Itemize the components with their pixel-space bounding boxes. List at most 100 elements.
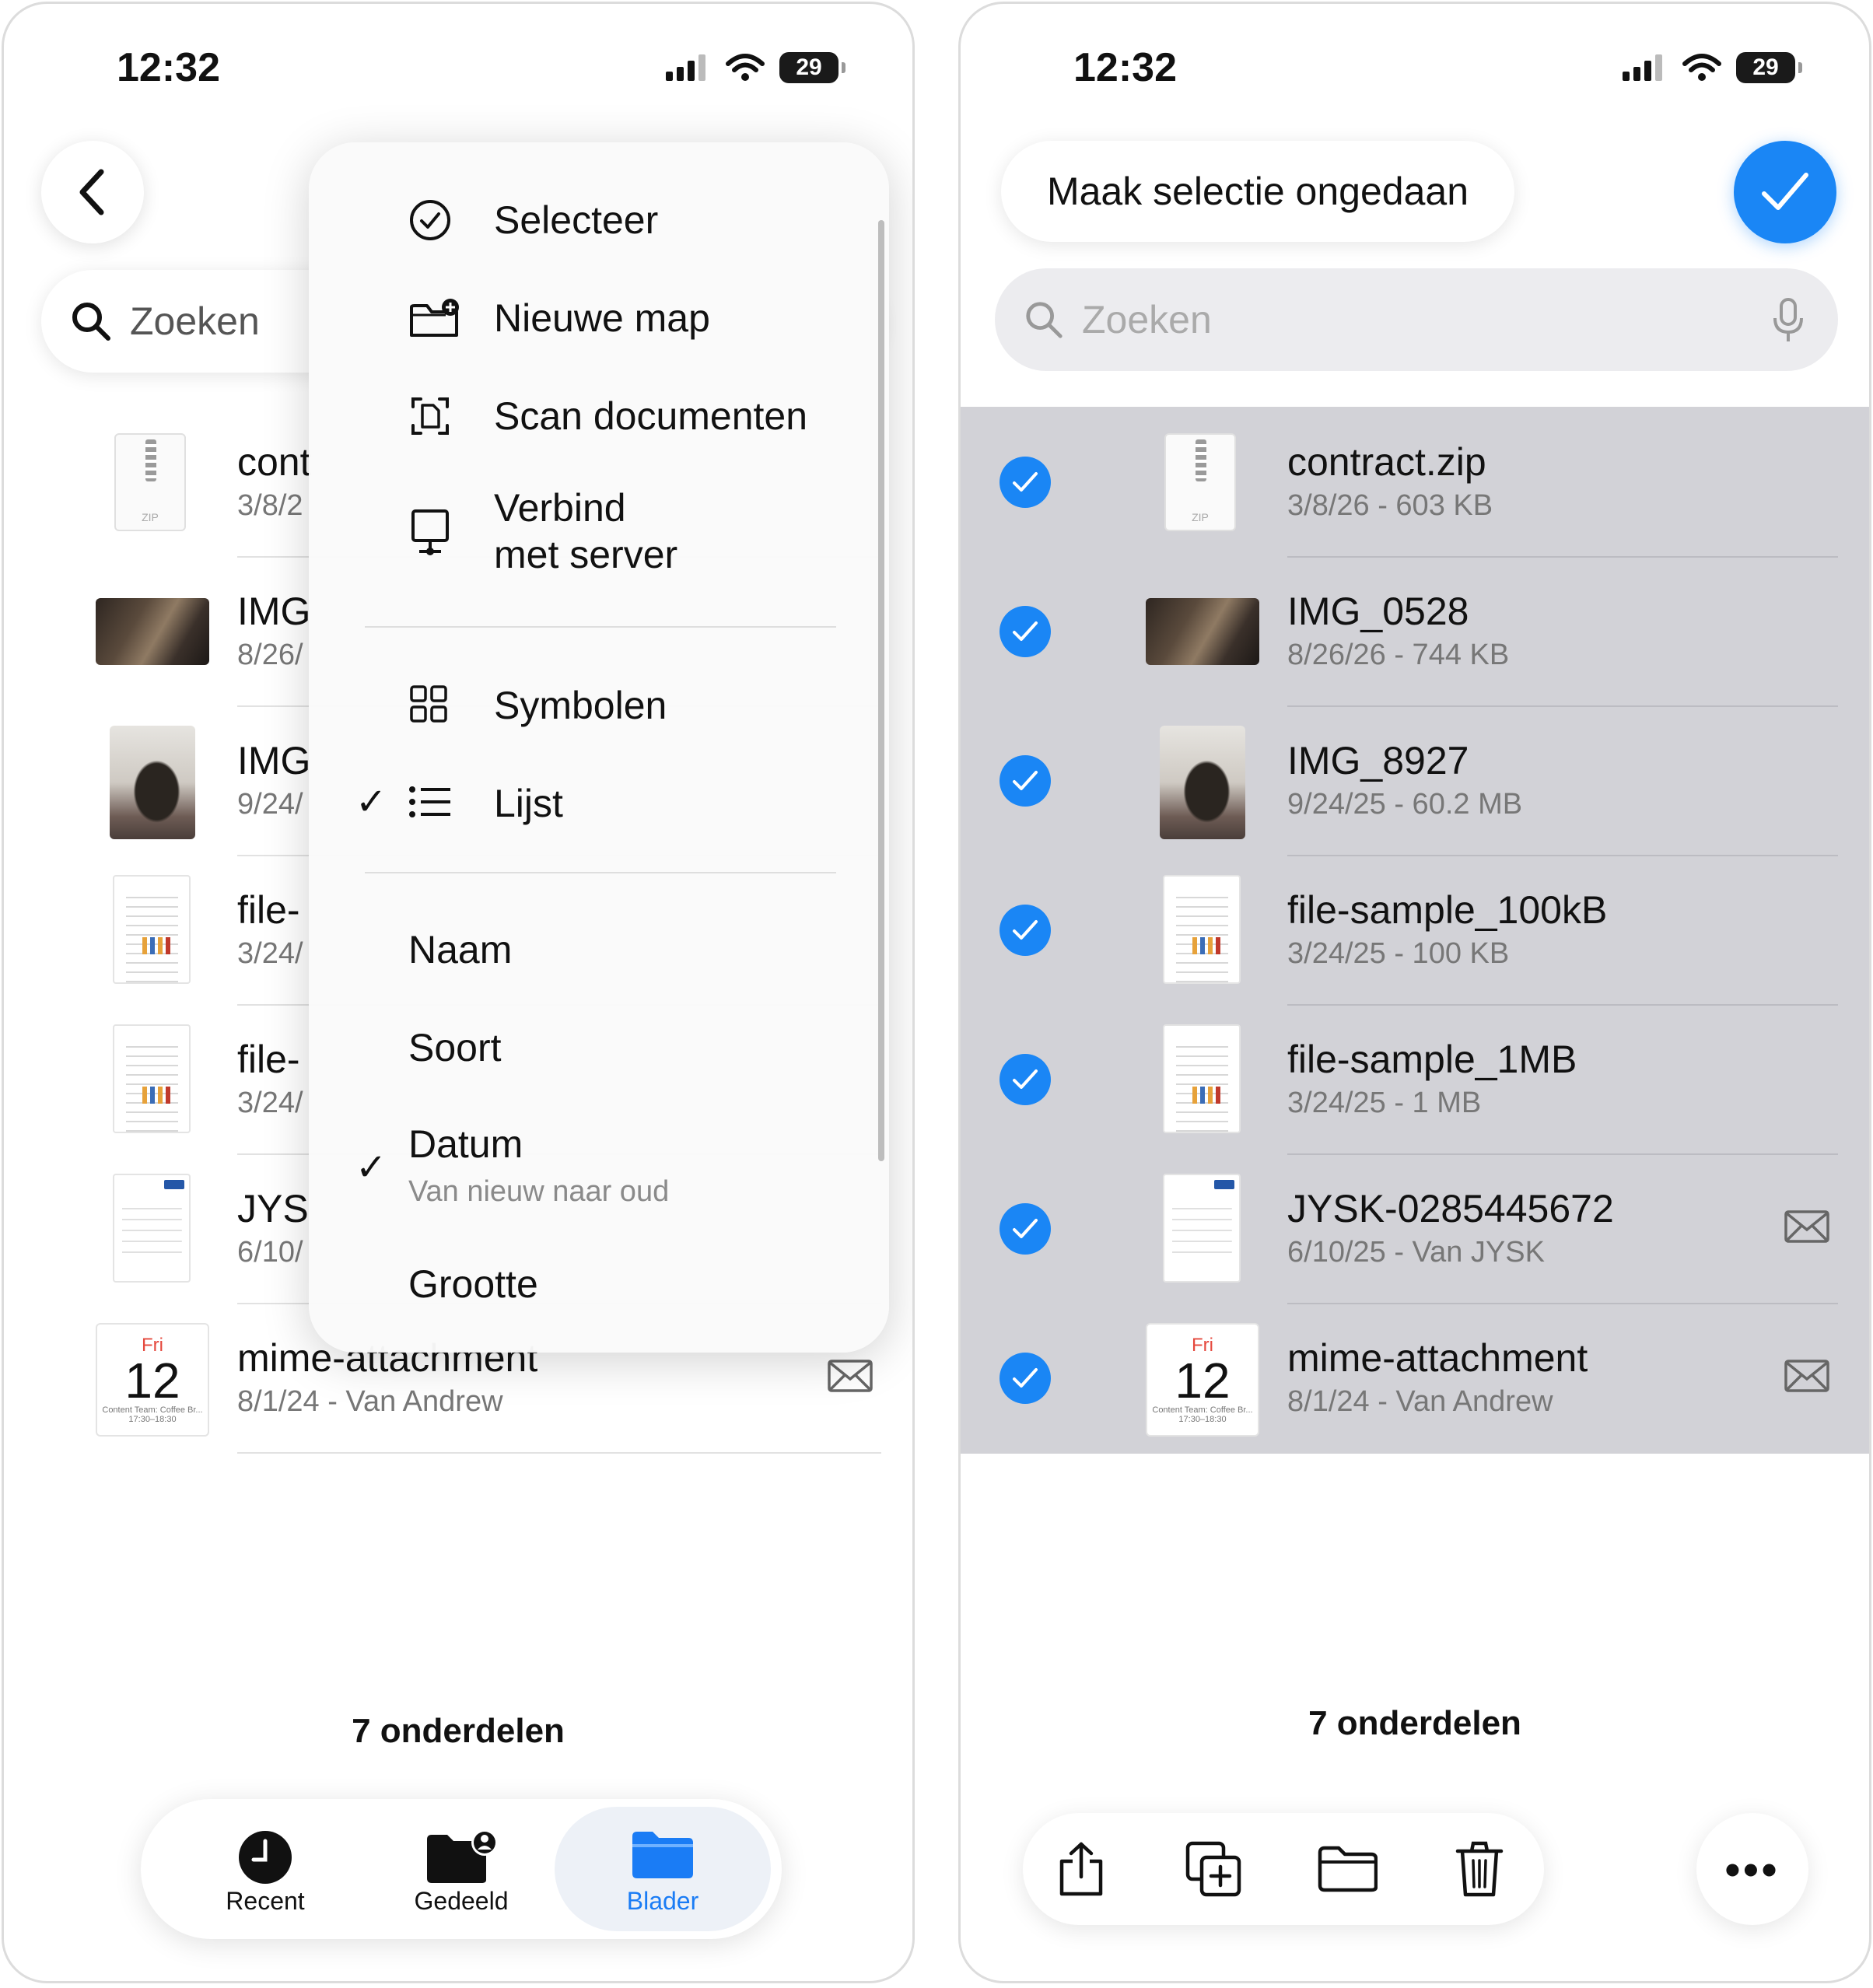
share-button[interactable] bbox=[1031, 1813, 1132, 1925]
mic-icon[interactable] bbox=[1773, 298, 1804, 343]
file-thumbnail: ZIP bbox=[114, 433, 186, 531]
photo-thumbnail bbox=[96, 598, 209, 665]
cellular-signal-icon bbox=[666, 54, 705, 81]
status-time: 12:32 bbox=[1073, 45, 1177, 90]
list-item[interactable]: Fri 12 Content Team: Coffee Br... 17:30–… bbox=[961, 1304, 1869, 1454]
menu-item-connect-server[interactable]: Verbind met server bbox=[309, 485, 889, 586]
list-item[interactable]: file-sample_100kB 3/24/25 - 100 KB bbox=[961, 856, 1869, 1006]
document-thumbnail bbox=[113, 875, 191, 984]
done-button[interactable] bbox=[1734, 141, 1836, 243]
file-thumbnail bbox=[96, 598, 209, 665]
file-name: contract.zip bbox=[1287, 440, 1486, 484]
menu-item-list-view[interactable]: ✓ Lijst bbox=[309, 774, 889, 836]
search-placeholder: Zoeken bbox=[1082, 298, 1212, 341]
photo-thumbnail bbox=[1160, 726, 1245, 839]
file-thumbnail: ZIP bbox=[1164, 433, 1236, 531]
selection-checkmark[interactable] bbox=[1000, 1054, 1051, 1105]
shared-folder-icon bbox=[427, 1829, 498, 1883]
selection-checkmark[interactable] bbox=[1000, 606, 1051, 657]
selection-checkmark[interactable] bbox=[1000, 755, 1051, 807]
file-meta: 3/24/25 - 1 MB bbox=[1287, 1087, 1482, 1119]
move-button[interactable] bbox=[1297, 1813, 1398, 1925]
file-name: JYS bbox=[237, 1187, 309, 1230]
wifi-icon bbox=[1682, 54, 1721, 81]
wifi-icon bbox=[726, 54, 765, 81]
more-button[interactable]: ••• bbox=[1696, 1813, 1808, 1925]
menu-item-sort-date[interactable]: ✓ Datum Van nieuw naar oud bbox=[309, 1115, 889, 1216]
list-icon bbox=[409, 786, 450, 817]
file-thumbnail bbox=[1146, 598, 1259, 665]
file-thumbnail bbox=[1163, 1174, 1241, 1283]
file-meta: 8/1/24 - Van Andrew bbox=[237, 1385, 503, 1418]
invoice-thumbnail bbox=[1163, 1174, 1241, 1283]
search-field[interactable]: Zoeken bbox=[995, 268, 1838, 371]
list-item[interactable]: file-sample_1MB 3/24/25 - 1 MB bbox=[961, 1006, 1869, 1155]
file-name: file-sample_1MB bbox=[1287, 1038, 1577, 1081]
item-count: 7 onderdelen bbox=[352, 1712, 565, 1750]
zip-file-icon: ZIP bbox=[114, 433, 186, 531]
file-meta: 3/24/25 - 100 KB bbox=[1287, 937, 1510, 970]
more-icon: ••• bbox=[1724, 1844, 1780, 1894]
menu-item-select[interactable]: Selecteer bbox=[309, 191, 889, 253]
duplicate-button[interactable] bbox=[1163, 1813, 1264, 1925]
menu-item-sort-size[interactable]: Grootte bbox=[309, 1255, 889, 1317]
folder-plus-icon bbox=[410, 299, 459, 337]
duplicate-icon bbox=[1185, 1841, 1241, 1897]
file-thumbnail bbox=[113, 1024, 191, 1133]
selection-checkmark[interactable] bbox=[1000, 457, 1051, 508]
folder-icon bbox=[632, 1832, 693, 1878]
calendar-thumbnail: Fri 12 Content Team: Coffee Br... 17:30–… bbox=[96, 1323, 209, 1437]
file-name: IMG_0528 bbox=[1287, 590, 1469, 633]
menu-divider bbox=[365, 626, 836, 628]
share-icon bbox=[1059, 1842, 1103, 1896]
file-meta: 6/10/25 - Van JYSK bbox=[1287, 1236, 1545, 1269]
file-name: file- bbox=[237, 1038, 300, 1081]
mail-icon bbox=[828, 1360, 873, 1392]
menu-item-scan-documents[interactable]: Scan documenten bbox=[309, 387, 889, 449]
file-name: mime-attachment bbox=[1287, 1336, 1588, 1380]
tab-recent[interactable]: Recent bbox=[164, 1799, 366, 1939]
server-icon bbox=[411, 509, 449, 555]
menu-item-sort-kind[interactable]: Soort bbox=[309, 1018, 889, 1080]
file-thumbnail bbox=[1163, 1024, 1241, 1133]
status-icons: 29 bbox=[1623, 52, 1802, 83]
tab-browse[interactable]: Blader bbox=[555, 1807, 771, 1931]
file-name: file-sample_100kB bbox=[1287, 888, 1608, 932]
battery-indicator: 29 bbox=[779, 52, 845, 83]
menu-item-new-folder[interactable]: Nieuwe map bbox=[309, 289, 889, 351]
search-icon bbox=[1026, 302, 1063, 338]
list-item[interactable]: JYSK-0285445672 6/10/25 - Van JYSK bbox=[961, 1155, 1869, 1304]
file-meta: 3/24/ bbox=[237, 937, 303, 970]
selection-checkmark[interactable] bbox=[1000, 1353, 1051, 1404]
tab-shared[interactable]: Gedeeld bbox=[360, 1799, 562, 1939]
file-thumbnail: Fri 12 Content Team: Coffee Br... 17:30–… bbox=[96, 1323, 209, 1437]
cellular-signal-icon bbox=[1623, 54, 1662, 81]
file-meta: 9/24/ bbox=[237, 788, 303, 821]
search-icon bbox=[72, 303, 110, 341]
selection-action-bar bbox=[1023, 1813, 1544, 1925]
zip-file-icon: ZIP bbox=[1164, 433, 1236, 531]
file-name: IMG bbox=[237, 739, 311, 782]
checkmark-icon bbox=[1013, 472, 1038, 492]
back-button[interactable] bbox=[41, 141, 144, 243]
list-item[interactable]: IMG_8927 9/24/25 - 60.2 MB bbox=[961, 707, 1869, 856]
file-name: IMG bbox=[237, 590, 311, 633]
checkmark-icon: ✓ bbox=[355, 1147, 387, 1188]
selection-checkmark[interactable] bbox=[1000, 1203, 1051, 1255]
file-meta: 3/8/26 - 603 KB bbox=[1287, 489, 1493, 522]
file-meta: 3/24/ bbox=[237, 1087, 303, 1119]
list-item[interactable]: ZIP contract.zip 3/8/26 - 603 KB bbox=[961, 408, 1869, 558]
checkmark-circle-icon bbox=[410, 200, 450, 240]
checkmark-icon bbox=[1013, 1069, 1038, 1089]
menu-item-sort-name[interactable]: Naam bbox=[309, 920, 889, 982]
file-meta: 8/26/26 - 744 KB bbox=[1287, 639, 1510, 671]
menu-item-icons-view[interactable]: Symbolen bbox=[309, 676, 889, 738]
delete-button[interactable] bbox=[1429, 1813, 1530, 1925]
checkmark-icon bbox=[1013, 621, 1038, 641]
deselect-all-button[interactable]: Maak selectie ongedaan bbox=[1001, 141, 1514, 242]
list-item[interactable]: IMG_0528 8/26/26 - 744 KB bbox=[961, 558, 1869, 707]
selection-checkmark[interactable] bbox=[1000, 905, 1051, 956]
tab-bar: Recent Gedeeld Blader bbox=[141, 1799, 782, 1939]
clock-icon bbox=[239, 1831, 292, 1884]
left-screen: 12:32 29 Zoeken ZIP cont 3/8/2 IMG 8/26/… bbox=[2, 2, 915, 1983]
